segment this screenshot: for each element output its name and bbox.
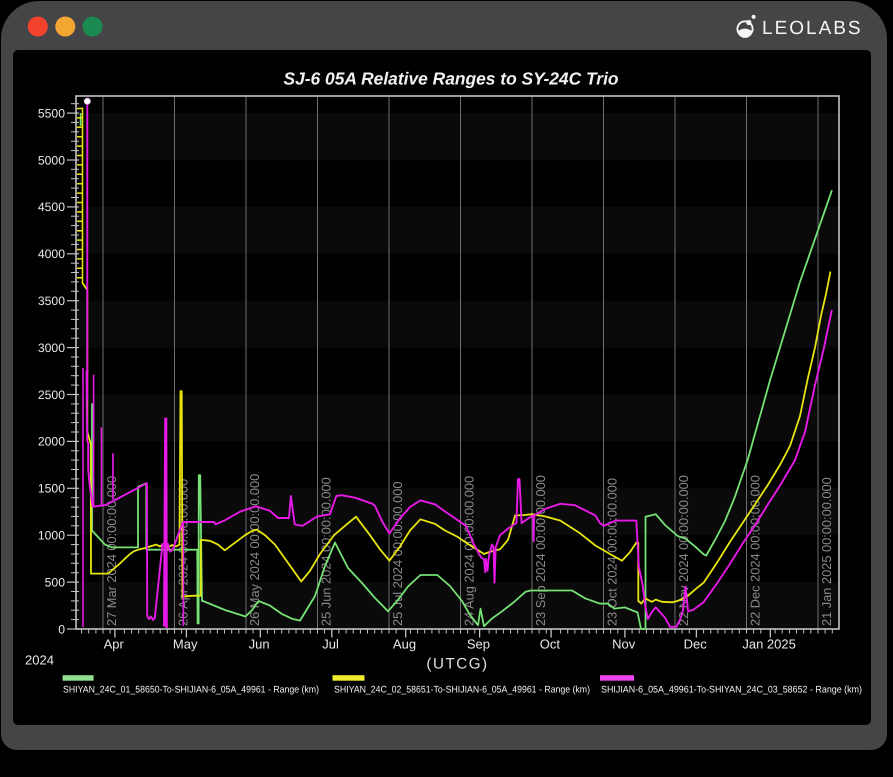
svg-text:25 Jul 2024 00:00:00.000: 25 Jul 2024 00:00:00.000 bbox=[390, 482, 405, 626]
svg-text:23 Sep 2024 00:00:00.000: 23 Sep 2024 00:00:00.000 bbox=[533, 475, 548, 626]
svg-text:1500: 1500 bbox=[38, 482, 65, 496]
svg-text:5000: 5000 bbox=[38, 153, 65, 167]
svg-text:Jul: Jul bbox=[322, 637, 339, 652]
svg-text:SHIYAN_24C_02_58651-To-SHIJIAN: SHIYAN_24C_02_58651-To-SHIJIAN-6_05A_499… bbox=[334, 685, 590, 696]
svg-text:Nov: Nov bbox=[612, 637, 636, 652]
svg-text:3000: 3000 bbox=[38, 341, 65, 355]
svg-text:2500: 2500 bbox=[38, 388, 65, 402]
svg-text:26 May 2024 00:00:00.000: 26 May 2024 00:00:00.000 bbox=[247, 474, 262, 626]
svg-text:2000: 2000 bbox=[38, 435, 65, 449]
svg-text:Jun: Jun bbox=[249, 637, 270, 652]
svg-text:LEOLABS: LEOLABS bbox=[762, 18, 863, 39]
svg-text:1000: 1000 bbox=[38, 529, 65, 543]
svg-text:Jan 2025: Jan 2025 bbox=[742, 637, 796, 652]
svg-text:Dec: Dec bbox=[684, 637, 708, 652]
svg-text:21 Jan 2025 00:00:00.000: 21 Jan 2025 00:00:00.000 bbox=[819, 477, 834, 626]
svg-text:0: 0 bbox=[58, 622, 65, 636]
svg-text:SJ-6 05A Relative Ranges to SY: SJ-6 05A Relative Ranges to SY-24C Trio bbox=[283, 69, 618, 89]
svg-text:SHIYAN_24C_01_58650-To-SHIJIAN: SHIYAN_24C_01_58650-To-SHIJIAN-6_05A_499… bbox=[63, 685, 319, 696]
svg-text:Aug: Aug bbox=[393, 637, 416, 652]
svg-text:SHIJIAN-6_05A_49961-To-SHIYAN_: SHIJIAN-6_05A_49961-To-SHIYAN_24C_03_586… bbox=[601, 685, 862, 696]
svg-text:3500: 3500 bbox=[38, 294, 65, 308]
svg-text:2024: 2024 bbox=[25, 653, 54, 668]
svg-text:500: 500 bbox=[45, 575, 66, 589]
svg-text:Sep: Sep bbox=[467, 637, 490, 652]
svg-text:4500: 4500 bbox=[38, 200, 65, 214]
svg-text:May: May bbox=[173, 637, 198, 652]
svg-text:4000: 4000 bbox=[38, 247, 65, 261]
svg-text:Apr: Apr bbox=[104, 637, 125, 652]
svg-text:Oct: Oct bbox=[540, 637, 561, 652]
svg-text:(UTCG): (UTCG) bbox=[426, 656, 488, 673]
svg-text:5500: 5500 bbox=[38, 106, 65, 120]
